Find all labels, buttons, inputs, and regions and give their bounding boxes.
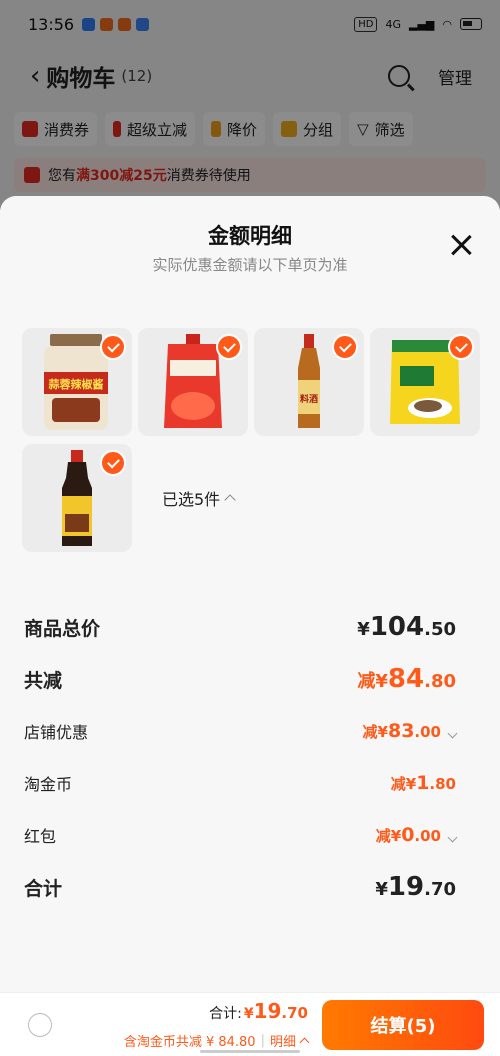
app-notification-icon — [136, 17, 150, 31]
sheet-subtitle: 实际优惠金额请以下单页为准 — [152, 256, 348, 274]
row-total-discount: 共减 减¥ 84.80 — [24, 653, 456, 705]
taojin-coin-value: 减¥ 1.80 — [390, 772, 456, 794]
selected-count-toggle[interactable]: 已选5件 — [162, 486, 236, 510]
arrow-down-icon — [113, 121, 122, 137]
wifi-icon: ◠ — [442, 17, 452, 31]
row-grand-total: 合计 ¥19.70 — [24, 861, 456, 913]
chevron-down-icon — [447, 728, 458, 739]
checked-icon — [100, 450, 126, 476]
home-indicator — [200, 1050, 300, 1053]
chevron-up-icon — [299, 1037, 310, 1048]
checked-icon — [332, 334, 358, 360]
checked-icon — [100, 334, 126, 360]
bottom-total-amount: ¥19.70 — [243, 999, 308, 1023]
filter-super-discount[interactable]: 超级立减 — [105, 112, 196, 146]
row-label: 淘金币 — [24, 775, 73, 794]
amount-detail-sheet: 金额明细 实际优惠金额请以下单页为准 蒜蓉辣椒酱 料酒 已选5件 商品总价 ¥ … — [0, 196, 500, 1056]
folder-icon — [281, 121, 298, 137]
row-label: 合计 — [24, 877, 63, 900]
nav-bar: ‹ 购物车 (12) 管理 — [0, 48, 500, 104]
row-label: 共减 — [24, 669, 63, 692]
grand-total-value: ¥19.70 — [375, 872, 456, 902]
store-discount-value: 减¥ 83.00 — [363, 720, 458, 742]
svg-text:蒜蓉辣椒酱: 蒜蓉辣椒酱 — [49, 377, 104, 391]
status-right: HD 4G ▂▄▆ ◠ — [354, 16, 482, 32]
filter-icon: ▽ — [357, 120, 369, 138]
status-time: 13:56 — [28, 14, 75, 34]
filter-screen[interactable]: ▽ 筛选 — [349, 112, 413, 146]
checkout-button[interactable]: 结算(5) — [322, 1000, 484, 1050]
bottom-total: 合计: ¥19.70 — [209, 999, 308, 1023]
product-thumb[interactable]: 料酒 — [254, 328, 364, 436]
back-icon[interactable]: ‹ — [30, 63, 40, 89]
row-store-discount[interactable]: 店铺优惠 减¥ 83.00 — [24, 705, 458, 757]
search-icon[interactable] — [388, 65, 410, 87]
checkout-bar: 合计: ¥19.70 含淘金币共减 ¥ 84.80 | 明细 结算(5) — [0, 992, 500, 1056]
app-notification-icon — [118, 17, 132, 31]
coupon-banner[interactable]: 您有满300减25元消费券待使用 — [14, 158, 486, 192]
row-label: 商品总价 — [24, 617, 101, 640]
coupon-icon — [24, 167, 40, 183]
separator: | — [260, 1033, 265, 1048]
cart-count: (12) — [121, 67, 153, 85]
close-icon[interactable] — [450, 234, 472, 256]
checked-icon — [216, 334, 242, 360]
price-drop-icon — [211, 121, 222, 137]
status-bar: 13:56 HD 4G ▂▄▆ ◠ — [0, 0, 500, 48]
detail-label: 明细 — [269, 1035, 296, 1050]
row-red-packet[interactable]: 红包 减¥ 0.00 — [24, 809, 458, 861]
product-thumb[interactable] — [22, 444, 132, 552]
page-title: 购物车 — [46, 66, 116, 92]
saving-text: 含淘金币共减 ¥ 84.80 — [123, 1035, 256, 1050]
filter-coupon[interactable]: 消费券 — [14, 112, 98, 146]
saving-detail-toggle[interactable]: 含淘金币共减 ¥ 84.80 | 明细 — [123, 1031, 310, 1050]
filter-group[interactable]: 分组 — [273, 112, 342, 146]
chevron-up-icon — [224, 494, 236, 506]
bottom-total-label: 合计: — [209, 1006, 242, 1022]
chevron-down-icon — [447, 832, 458, 843]
sheet-title: 金额明细 — [208, 224, 292, 248]
total-discount-value: 减¥ 84.80 — [357, 664, 456, 694]
hd-icon: HD — [354, 16, 378, 32]
network-label: 4G — [385, 17, 401, 31]
goods-total-value: ¥104.50 — [357, 612, 456, 642]
battery-icon — [460, 18, 482, 30]
red-packet-value: 减¥ 0.00 — [376, 824, 458, 846]
selected-count-label: 已选5件 — [162, 490, 221, 509]
notification-icons — [82, 17, 150, 31]
filter-price-drop[interactable]: 降价 — [203, 112, 266, 146]
coupon-icon — [22, 121, 38, 137]
row-label: 红包 — [24, 827, 57, 846]
filter-bar: 消费券 超级立减 降价 分组 ▽ 筛选 — [0, 104, 500, 154]
product-thumb[interactable] — [370, 328, 480, 436]
row-goods-total: 商品总价 ¥104.50 — [24, 601, 456, 653]
product-thumb[interactable]: 蒜蓉辣椒酱 — [22, 328, 132, 436]
row-taojin-coin: 淘金币 减¥ 1.80 — [24, 757, 456, 809]
select-all-radio[interactable] — [28, 1013, 52, 1037]
app-notification-icon — [100, 17, 114, 31]
checked-icon — [448, 334, 474, 360]
svg-text:料酒: 料酒 — [300, 393, 318, 405]
manage-button[interactable]: 管理 — [438, 64, 472, 89]
amount-rows: 商品总价 ¥104.50 共减 减¥ 84.80 店铺优惠 减¥ 83.00 淘金币… — [24, 601, 458, 913]
product-thumb[interactable] — [138, 328, 248, 436]
app-notification-icon — [82, 17, 96, 31]
signal-icon: ▂▄▆ — [409, 17, 435, 31]
row-label: 店铺优惠 — [24, 723, 89, 742]
